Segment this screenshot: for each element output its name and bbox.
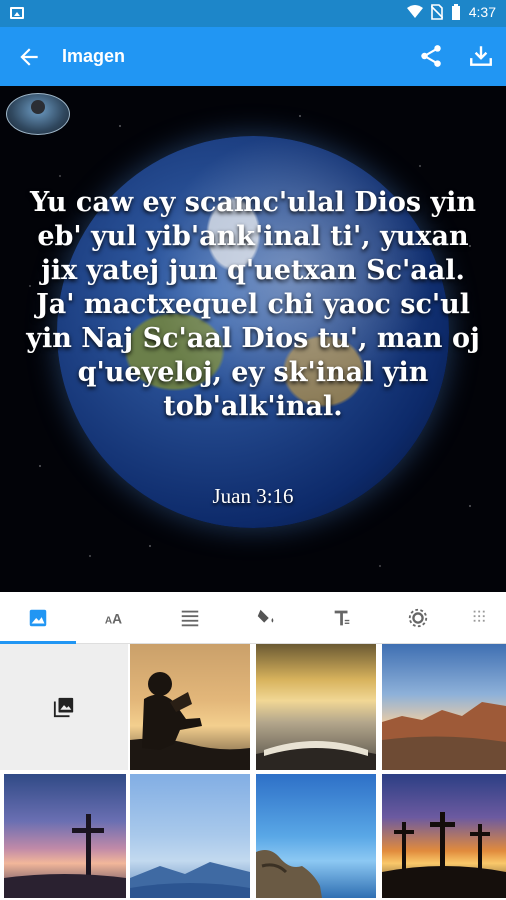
brightness-icon <box>408 608 428 628</box>
verse-reference[interactable]: Juan 3:16 <box>0 484 506 509</box>
background-thumb-mist-mountains[interactable] <box>130 774 250 898</box>
text-format-icon <box>334 610 350 626</box>
background-thumb-cross-dusk[interactable] <box>4 774 126 898</box>
no-sim-icon <box>430 4 443 20</box>
editor-tabs: AA <box>0 592 506 644</box>
align-icon <box>181 610 199 627</box>
app-bar: Imagen <box>0 27 506 86</box>
gallery-picker-tile[interactable] <box>0 644 128 770</box>
back-arrow-icon[interactable] <box>16 44 42 70</box>
image-icon <box>29 609 47 627</box>
svg-text:A: A <box>112 612 122 627</box>
gallery-icon <box>53 697 74 718</box>
background-thumb-rocky-shore[interactable] <box>256 774 376 898</box>
background-thumb-desert[interactable] <box>382 644 506 770</box>
background-thumb-reading-sunset[interactable] <box>130 644 250 770</box>
status-icons: 4:37 <box>406 4 496 20</box>
texture-icon <box>473 610 485 622</box>
tab-image[interactable] <box>0 592 76 644</box>
verse-text[interactable]: Yu caw ey scamc'ulal Dios yin eb' yul yi… <box>18 186 488 424</box>
status-time: 4:37 <box>468 4 496 20</box>
background-grid <box>0 644 506 900</box>
app-logo-icon <box>6 93 70 135</box>
background-thumb-book-lake[interactable] <box>256 644 376 770</box>
wifi-icon <box>406 5 423 18</box>
tab-fill[interactable] <box>228 592 304 644</box>
page-title: Imagen <box>62 46 126 66</box>
image-notification-icon <box>10 7 24 19</box>
image-canvas[interactable]: Yu caw ey scamc'ulal Dios yin eb' yul yi… <box>0 86 506 592</box>
tab-text-format[interactable] <box>304 592 380 644</box>
status-bar: 4:37 <box>0 0 506 27</box>
fill-color-icon <box>257 609 274 623</box>
tab-align[interactable] <box>152 592 228 644</box>
tab-font-size[interactable]: AA <box>76 592 152 644</box>
tab-brightness[interactable] <box>380 592 456 644</box>
battery-icon <box>451 4 460 20</box>
background-thumb-three-crosses[interactable] <box>382 774 506 898</box>
download-icon[interactable] <box>468 43 494 69</box>
share-icon[interactable] <box>418 43 444 69</box>
font-size-icon: AA <box>105 612 122 627</box>
tab-texture[interactable] <box>456 592 506 644</box>
